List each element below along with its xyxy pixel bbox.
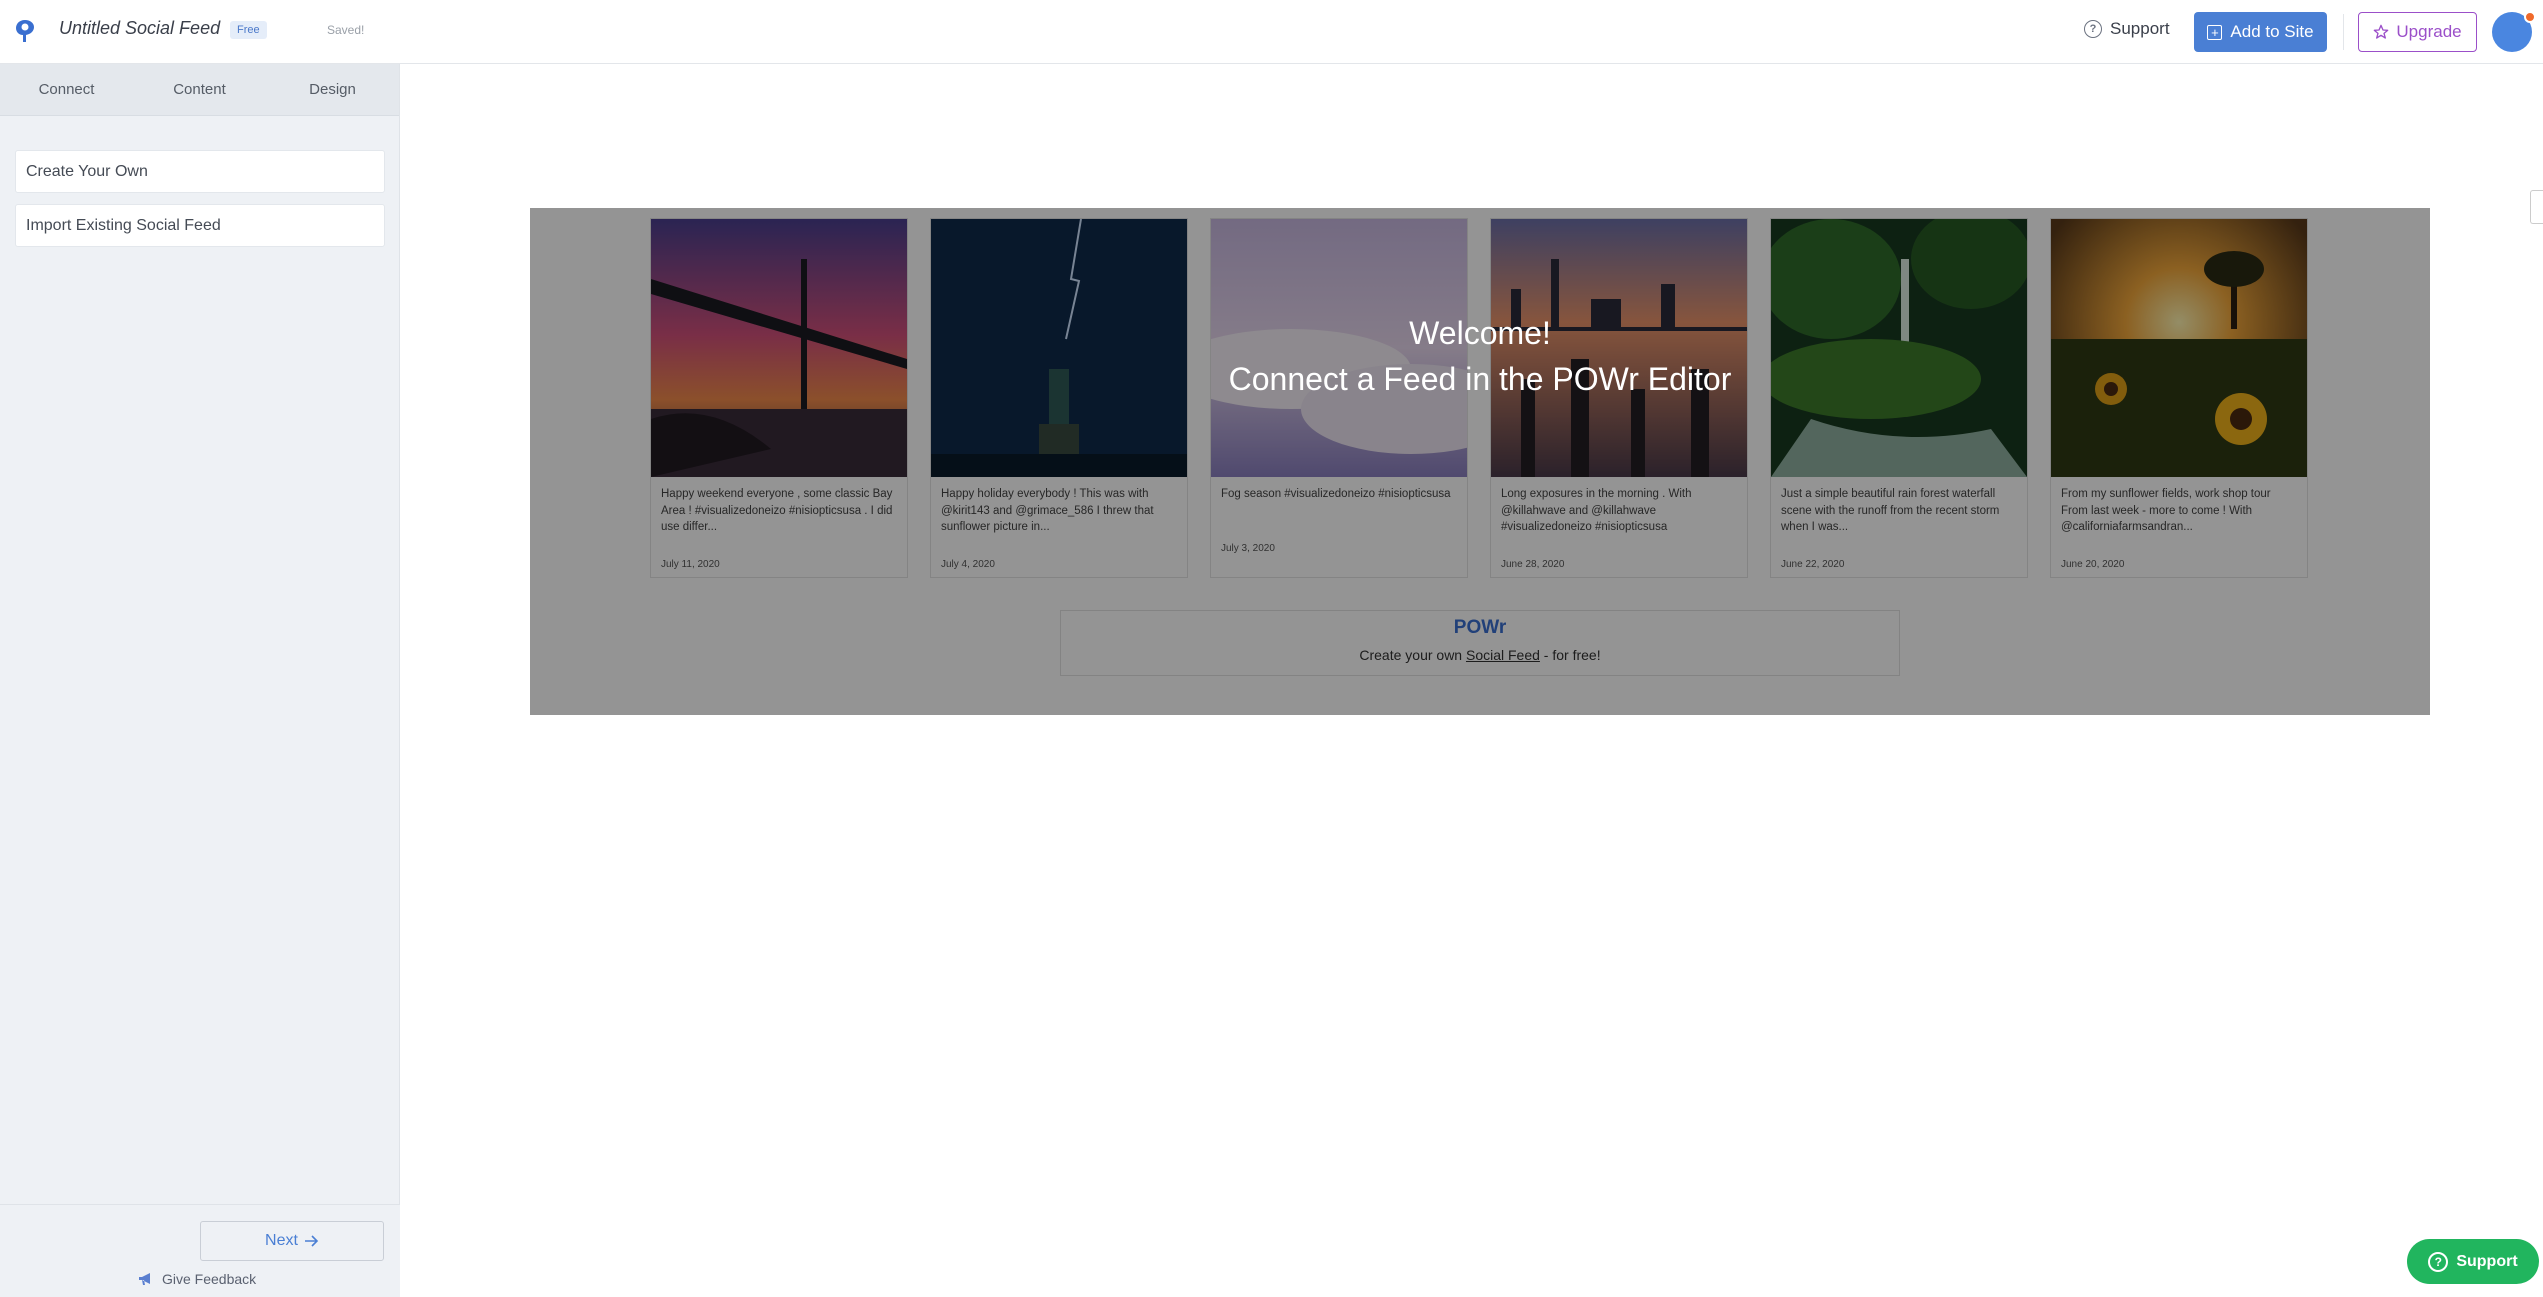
- question-circle-icon: ?: [2428, 1251, 2449, 1272]
- next-label: Next: [265, 1232, 298, 1249]
- give-feedback-link[interactable]: Give Feedback: [138, 1271, 256, 1287]
- floating-support-button[interactable]: ? Support: [2407, 1239, 2539, 1284]
- editor-sidebar: Connect Content Design Create Your Own I…: [0, 64, 400, 1297]
- upgrade-button[interactable]: Upgrade: [2358, 12, 2477, 52]
- upgrade-label: Upgrade: [2396, 22, 2462, 41]
- tab-design[interactable]: Design: [266, 64, 399, 115]
- tab-content[interactable]: Content: [133, 64, 266, 115]
- import-existing-feed-option[interactable]: Import Existing Social Feed: [15, 204, 385, 247]
- welcome-heading: Welcome!: [1409, 315, 1551, 351]
- add-to-site-button[interactable]: + Add to Site: [2194, 12, 2327, 52]
- save-status: Saved!: [327, 23, 365, 37]
- megaphone-icon: [139, 1273, 150, 1285]
- notification-dot: [2524, 11, 2536, 23]
- welcome-overlay[interactable]: Welcome! Connect a Feed in the POWr Edit…: [530, 208, 2430, 715]
- sidebar-tabs: Connect Content Design: [0, 64, 399, 116]
- powr-logo-icon[interactable]: [14, 18, 36, 44]
- welcome-message: Welcome! Connect a Feed in the POWr Edit…: [530, 310, 2430, 402]
- add-to-site-label: Add to Site: [2230, 22, 2314, 41]
- header-support-link[interactable]: ? Support: [2084, 19, 2170, 39]
- tab-connect[interactable]: Connect: [0, 64, 133, 115]
- star-icon: [2374, 24, 2389, 39]
- plus-square-icon: +: [2207, 24, 2223, 40]
- support-label: Support: [2110, 19, 2170, 38]
- plan-badge: Free: [230, 21, 267, 39]
- floating-support-label: Support: [2456, 1252, 2518, 1270]
- widget-preview: Happy weekend everyone , some classic Ba…: [530, 208, 2430, 715]
- sidebar-footer: Next Give Feedback: [0, 1204, 400, 1297]
- feedback-label: Give Feedback: [162, 1271, 257, 1287]
- create-your-own-option[interactable]: Create Your Own: [15, 150, 385, 193]
- top-header: Untitled Social Feed Free Saved! ? Suppo…: [0, 0, 2543, 64]
- question-icon: ?: [2084, 20, 2102, 38]
- header-divider: [2343, 14, 2344, 50]
- feed-title[interactable]: Untitled Social Feed: [59, 18, 220, 39]
- welcome-subheading: Connect a Feed in the POWr Editor: [1228, 361, 1732, 397]
- next-button[interactable]: Next: [200, 1221, 384, 1261]
- arrow-right-icon: [304, 1235, 319, 1247]
- preview-device-toggle-icon[interactable]: [2530, 190, 2543, 224]
